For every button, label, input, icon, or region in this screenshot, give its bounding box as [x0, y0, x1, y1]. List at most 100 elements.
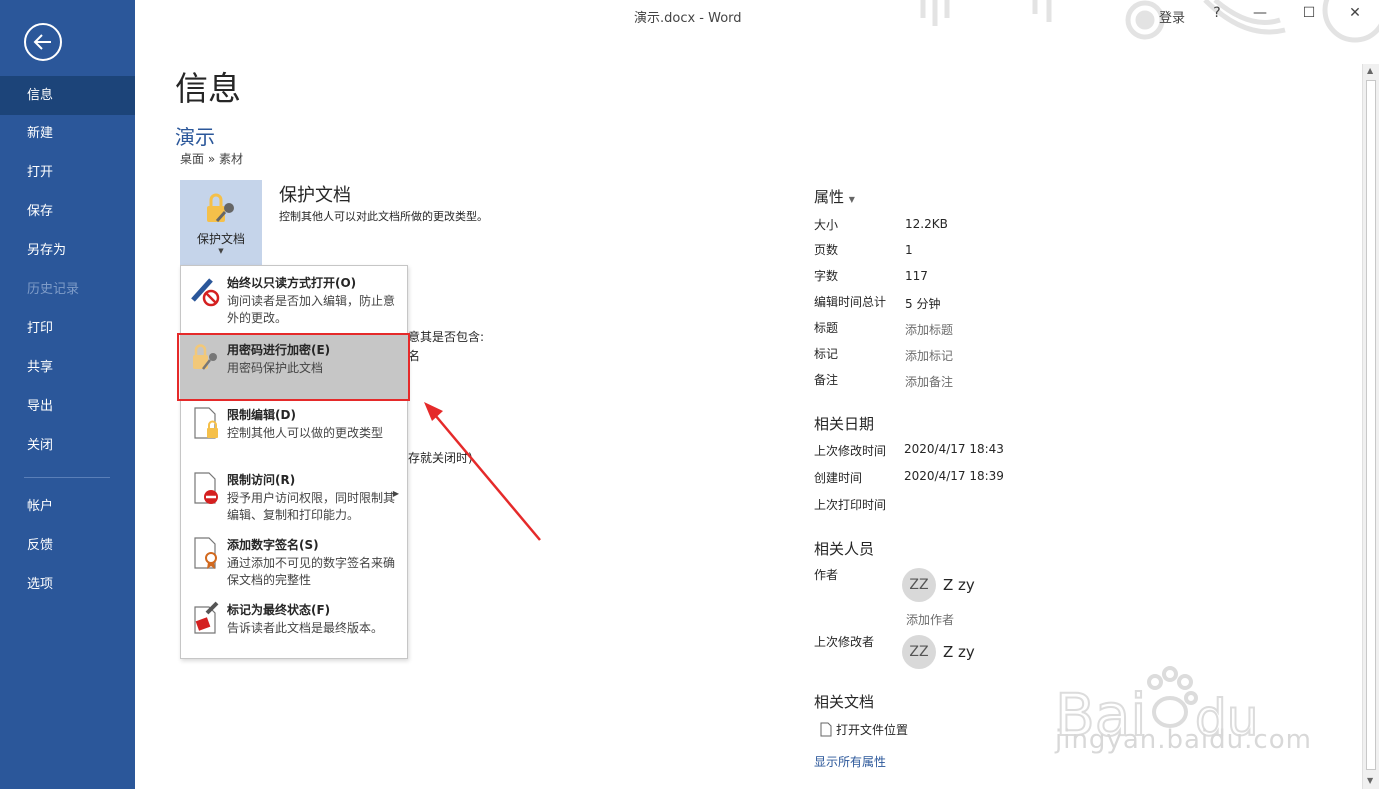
- sidebar-item-open[interactable]: 打开: [0, 153, 135, 192]
- prop-value-words: 117: [905, 269, 928, 283]
- prop-label-pages: 页数: [814, 243, 839, 257]
- help-button[interactable]: ?: [1207, 5, 1227, 21]
- menu-item-description: 控制其他人可以做的更改类型: [227, 426, 384, 440]
- protect-document-title: 保护文档: [279, 185, 351, 206]
- menu-item-mark-as-final[interactable]: 标记为最终状态(F) 告诉读者此文档是最终版本。: [181, 595, 407, 660]
- add-title-field[interactable]: 添加标题: [905, 321, 953, 338]
- date-label-created: 创建时间: [814, 471, 863, 485]
- page-title: 信息: [175, 69, 241, 108]
- menu-item-title: 限制访问(R): [227, 473, 296, 487]
- open-file-location-label: 打开文件位置: [836, 723, 909, 737]
- chevron-right-icon: ▶: [392, 489, 399, 498]
- document-stamp-icon: [194, 601, 219, 634]
- sidebar-divider: [24, 477, 110, 478]
- date-label-last-printed: 上次打印时间: [814, 498, 887, 512]
- menu-item-restrict-access[interactable]: 限制访问(R) 授予用户访问权限，同时限制其编辑、复制和打印能力。 ▶: [181, 465, 407, 530]
- related-documents-title: 相关文档: [814, 693, 875, 711]
- title-bar: 演示.docx - Word 登录 ? — ☐ ✕: [135, 0, 1379, 43]
- backstage-sidebar: 信息 新建 打开 保存 另存为 历史记录 打印 共享 导出 关闭 帐户 反馈 选…: [0, 0, 135, 789]
- add-comments-field[interactable]: 添加备注: [905, 373, 953, 390]
- annotation-highlight-box: [177, 333, 410, 401]
- chevron-down-icon: ▼: [848, 195, 855, 204]
- menu-item-description: 授予用户访问权限，同时限制其编辑、复制和打印能力。: [227, 491, 396, 522]
- prop-label-edit-time: 编辑时间总计: [814, 295, 887, 309]
- maximize-button[interactable]: ☐: [1299, 5, 1319, 21]
- author-name[interactable]: Z zy: [943, 576, 975, 594]
- author-label: 作者: [814, 568, 839, 582]
- add-author-link[interactable]: 添加作者: [906, 611, 954, 628]
- document-icon: [820, 722, 832, 737]
- document-path: 桌面 » 素材: [180, 152, 243, 166]
- menu-item-title: 限制编辑(D): [227, 408, 296, 422]
- menu-item-restrict-editing[interactable]: 限制编辑(D) 控制其他人可以做的更改类型: [181, 400, 407, 465]
- sidebar-item-close[interactable]: 关闭: [0, 426, 135, 465]
- sidebar-item-info[interactable]: 信息: [0, 76, 135, 115]
- related-people-title: 相关人员: [814, 540, 875, 558]
- menu-item-description: 通过添加不可见的数字签名来确保文档的完整性: [227, 556, 396, 587]
- sidebar-item-feedback[interactable]: 反馈: [0, 526, 135, 565]
- date-value-last-modified: 2020/4/17 18:43: [904, 442, 1004, 456]
- sidebar-item-new[interactable]: 新建: [0, 114, 135, 153]
- close-button[interactable]: ✕: [1345, 5, 1365, 21]
- pencil-no-edit-icon: [191, 278, 220, 307]
- window-title: 演示.docx - Word: [634, 11, 742, 26]
- sidebar-item-print[interactable]: 打印: [0, 309, 135, 348]
- sidebar-item-account[interactable]: 帐户: [0, 487, 135, 526]
- scroll-thumb[interactable]: [1366, 80, 1376, 770]
- minimize-button[interactable]: —: [1250, 5, 1270, 21]
- prop-label-words: 字数: [814, 269, 839, 283]
- menu-item-add-digital-signature[interactable]: 添加数字签名(S) 通过添加不可见的数字签名来确保文档的完整性: [181, 530, 407, 595]
- menu-item-title: 添加数字签名(S): [227, 538, 319, 552]
- menu-item-description: 询问读者是否加入编辑，防止意外的更改。: [227, 294, 396, 325]
- lock-key-icon: [207, 193, 234, 222]
- sidebar-item-history: 历史记录: [27, 282, 80, 297]
- date-label-last-modified: 上次修改时间: [814, 444, 887, 458]
- sidebar-item-options[interactable]: 选项: [0, 565, 135, 604]
- protect-document-menu: 始终以只读方式打开(O) 询问读者是否加入编辑，防止意外的更改。 用密码进行加密…: [180, 265, 408, 659]
- last-modified-by-name[interactable]: Z zy: [943, 643, 975, 661]
- prop-label-tags: 标记: [814, 347, 839, 361]
- sidebar-item-share[interactable]: 共享: [0, 348, 135, 387]
- back-arrow-icon: [33, 34, 51, 50]
- avatar[interactable]: ZZ: [902, 635, 936, 669]
- prop-value-pages: 1: [905, 243, 913, 257]
- document-name: 演示: [175, 125, 215, 149]
- back-button[interactable]: [24, 23, 62, 61]
- scroll-down-icon[interactable]: ▼: [1367, 776, 1373, 785]
- menu-item-description: 告诉读者此文档是最终版本。: [227, 621, 384, 635]
- properties-title: 属性: [814, 188, 845, 206]
- menu-item-title: 标记为最终状态(F): [227, 603, 331, 617]
- protect-document-description: 控制其他人可以对此文档所做的更改类型。: [279, 210, 488, 223]
- sign-in-link[interactable]: 登录: [1159, 7, 1185, 26]
- sidebar-item-save-as[interactable]: 另存为: [0, 231, 135, 270]
- add-tags-field[interactable]: 添加标记: [905, 347, 953, 364]
- document-ribbon-icon: [194, 537, 217, 569]
- menu-item-title: 始终以只读方式打开(O): [227, 276, 357, 290]
- show-all-properties-link[interactable]: 显示所有属性: [814, 753, 886, 770]
- chevron-down-icon: ▼: [218, 247, 224, 255]
- sidebar-item-save[interactable]: 保存: [0, 192, 135, 231]
- baidu-watermark-logo: Bai du: [1055, 666, 1259, 750]
- avatar[interactable]: ZZ: [902, 568, 936, 602]
- prop-value-edit-time: 5 分钟: [905, 297, 941, 311]
- vertical-scrollbar[interactable]: ▲ ▼: [1362, 64, 1379, 789]
- date-value-created: 2020/4/17 18:39: [904, 469, 1004, 483]
- open-file-location-link[interactable]: 打开文件位置: [820, 721, 908, 738]
- related-dates-title: 相关日期: [814, 415, 875, 433]
- inspect-text-fragment: 意其是否包含:: [408, 330, 485, 344]
- scroll-up-icon[interactable]: ▲: [1367, 66, 1373, 75]
- sidebar-item-export[interactable]: 导出: [0, 387, 135, 426]
- properties-header[interactable]: 属性 ▼: [814, 186, 855, 207]
- protect-document-label: 保护文档: [196, 232, 245, 246]
- watermark-text: jingyan.baidu.com: [1055, 725, 1312, 755]
- document-lock-icon: [194, 407, 218, 439]
- prop-label-comments: 备注: [814, 373, 839, 387]
- prop-label-title: 标题: [814, 321, 839, 335]
- menu-item-always-open-read-only[interactable]: 始终以只读方式打开(O) 询问读者是否加入编辑，防止意外的更改。: [181, 268, 407, 333]
- protect-document-button[interactable]: 保护文档 ▼: [180, 180, 262, 265]
- document-restricted-icon: [194, 472, 218, 504]
- prop-label-size: 大小: [814, 218, 839, 232]
- prop-value-size: 12.2KB: [905, 217, 948, 231]
- last-modified-by-label: 上次修改者: [814, 635, 875, 649]
- annotation-arrow-icon: [424, 402, 541, 541]
